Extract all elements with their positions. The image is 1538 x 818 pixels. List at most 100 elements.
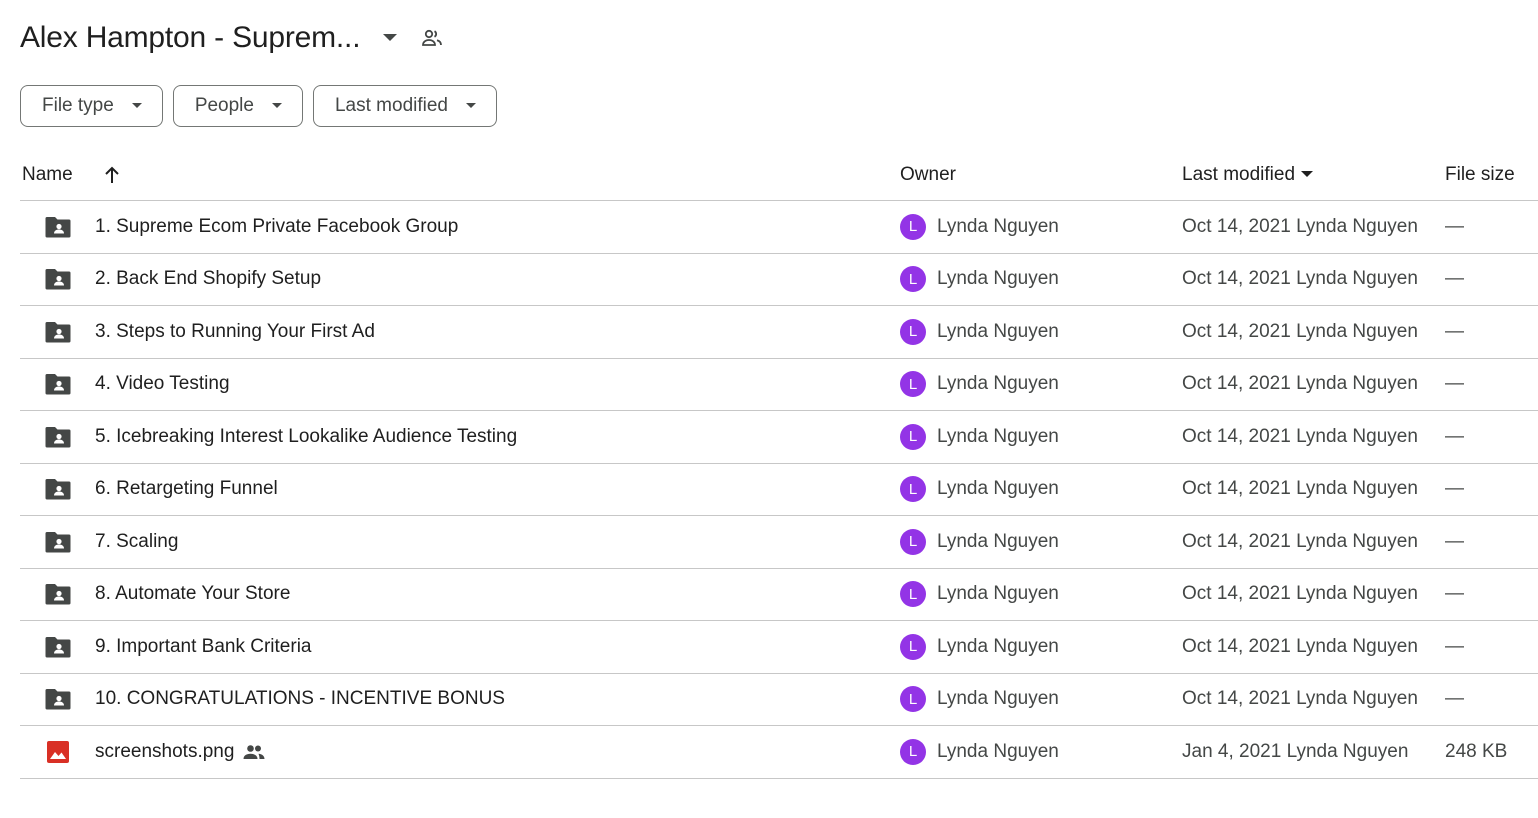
last-modified-filter[interactable]: Last modified bbox=[312, 85, 497, 127]
file-name-cell: screenshots.png bbox=[95, 726, 265, 778]
avatar: L bbox=[900, 476, 926, 503]
people-filter-label: People bbox=[194, 95, 254, 116]
arrow-drop-down-icon bbox=[271, 103, 282, 109]
file-size-cell: — bbox=[1445, 530, 1464, 552]
last-modified-cell: Oct 14, 2021 Lynda Nguyen bbox=[1182, 583, 1418, 605]
arrow-drop-down-icon bbox=[131, 103, 142, 109]
file-size-cell: — bbox=[1445, 373, 1464, 395]
file-name: 10. CONGRATULATIONS - INCENTIVE BONUS bbox=[95, 688, 505, 710]
table-row[interactable]: 2. Back End Shopify Setup L Lynda Nguyen Oc… bbox=[20, 254, 1538, 306]
file-size-column-header[interactable]: File size bbox=[1445, 148, 1515, 201]
file-type-filter-label: File type bbox=[42, 95, 114, 116]
file-size-cell: — bbox=[1445, 478, 1464, 500]
owner-name: Lynda Nguyen bbox=[937, 373, 1059, 395]
last-modified-cell: Oct 14, 2021 Lynda Nguyen bbox=[1182, 635, 1418, 657]
file-list: Name Owner Last modified File size 1. Su… bbox=[20, 148, 1538, 779]
arrow-drop-down-icon[interactable] bbox=[378, 26, 402, 50]
file-name-cell: 5. Icebreaking Interest Lookalike Audien… bbox=[95, 411, 517, 463]
avatar: L bbox=[900, 528, 926, 555]
shared-folder-icon bbox=[44, 254, 72, 306]
file-name: 7. Scaling bbox=[95, 530, 179, 552]
file-name-cell: 9. Important Bank Criteria bbox=[95, 621, 311, 673]
arrow-upward-icon[interactable] bbox=[100, 148, 124, 201]
table-row[interactable]: screenshots.png L Lynda Nguyen Jan 4, 2021… bbox=[20, 726, 1538, 779]
file-name-cell: 7. Scaling bbox=[95, 516, 178, 568]
table-row[interactable]: 10. CONGRATULATIONS - INCENTIVE BONUS L Ly… bbox=[20, 674, 1538, 726]
file-size-cell: — bbox=[1445, 320, 1464, 342]
file-name-cell: 1. Supreme Ecom Private Facebook Group bbox=[95, 201, 458, 253]
filter-chips: File type People Last modified bbox=[20, 85, 497, 127]
avatar: L bbox=[900, 686, 926, 713]
arrow-drop-down-icon bbox=[1301, 171, 1314, 178]
file-name-cell: 6. Retargeting Funnel bbox=[95, 464, 278, 516]
last-modified-cell: Oct 14, 2021 Lynda Nguyen bbox=[1182, 373, 1418, 395]
owner-cell: L Lynda Nguyen bbox=[900, 411, 1059, 463]
last-modified-column-header[interactable]: Last modified bbox=[1182, 148, 1314, 201]
people-filter[interactable]: People bbox=[172, 85, 303, 127]
file-size-cell: — bbox=[1445, 583, 1464, 605]
owner-cell: L Lynda Nguyen bbox=[900, 254, 1059, 306]
table-row[interactable]: 7. Scaling L Lynda Nguyen Oct 14, 2021 Lynd… bbox=[20, 516, 1538, 569]
table-row[interactable]: 9. Important Bank Criteria L Lynda Nguyen O… bbox=[20, 621, 1538, 674]
folder-header: Alex Hampton - Suprem... bbox=[20, 16, 446, 60]
table-row[interactable]: 5. Icebreaking Interest Lookalike Audien… bbox=[20, 411, 1538, 464]
file-size-cell: — bbox=[1445, 635, 1464, 657]
owner-name: Lynda Nguyen bbox=[937, 530, 1059, 552]
table-row[interactable]: 3. Steps to Running Your First Ad L Lynda … bbox=[20, 306, 1538, 359]
owner-name: Lynda Nguyen bbox=[937, 688, 1059, 710]
file-size-cell: — bbox=[1445, 215, 1464, 237]
drive-folder-view: Alex Hampton - Suprem... File type Peopl… bbox=[0, 0, 1538, 818]
avatar: L bbox=[900, 371, 926, 398]
avatar: L bbox=[900, 266, 926, 293]
shared-folder-icon bbox=[44, 359, 72, 411]
shared-folder-icon bbox=[44, 411, 72, 463]
avatar: L bbox=[900, 738, 926, 765]
owner-cell: L Lynda Nguyen bbox=[900, 621, 1059, 673]
owner-name: Lynda Nguyen bbox=[937, 268, 1059, 290]
table-row[interactable]: 8. Automate Your Store L Lynda Nguyen Oct 1… bbox=[20, 569, 1538, 621]
avatar: L bbox=[900, 213, 926, 240]
last-modified-filter-label: Last modified bbox=[334, 95, 448, 116]
owner-name: Lynda Nguyen bbox=[937, 583, 1059, 605]
file-name: 6. Retargeting Funnel bbox=[95, 478, 278, 500]
avatar: L bbox=[900, 581, 926, 608]
file-type-filter[interactable]: File type bbox=[20, 85, 163, 127]
file-name-cell: 10. CONGRATULATIONS - INCENTIVE BONUS bbox=[95, 674, 505, 726]
table-row[interactable]: 6. Retargeting Funnel L Lynda Nguyen Oct 14… bbox=[20, 464, 1538, 516]
owner-cell: L Lynda Nguyen bbox=[900, 674, 1059, 726]
last-modified-cell: Oct 14, 2021 Lynda Nguyen bbox=[1182, 215, 1418, 237]
avatar: L bbox=[900, 423, 926, 450]
owner-cell: L Lynda Nguyen bbox=[900, 726, 1059, 778]
file-size-cell: — bbox=[1445, 688, 1464, 710]
last-modified-cell: Oct 14, 2021 Lynda Nguyen bbox=[1182, 268, 1418, 290]
folder-title[interactable]: Alex Hampton - Suprem... bbox=[20, 21, 361, 55]
owner-name: Lynda Nguyen bbox=[937, 215, 1059, 237]
file-size-cell: 248 KB bbox=[1445, 740, 1508, 762]
file-name: screenshots.png bbox=[95, 740, 235, 762]
shared-folder-icon bbox=[44, 674, 72, 726]
owner-column-header[interactable]: Owner bbox=[900, 148, 956, 201]
arrow-drop-down-icon bbox=[466, 103, 476, 109]
last-modified-cell: Oct 14, 2021 Lynda Nguyen bbox=[1182, 320, 1418, 342]
table-row[interactable]: 4. Video Testing L Lynda Nguyen Oct 14, 202… bbox=[20, 359, 1538, 411]
owner-cell: L Lynda Nguyen bbox=[900, 201, 1059, 253]
name-column-header[interactable]: Name bbox=[22, 148, 73, 201]
owner-cell: L Lynda Nguyen bbox=[900, 464, 1059, 516]
file-name: 4. Video Testing bbox=[95, 373, 230, 395]
last-modified-cell: Oct 14, 2021 Lynda Nguyen bbox=[1182, 530, 1418, 552]
last-modified-cell: Oct 14, 2021 Lynda Nguyen bbox=[1182, 478, 1418, 500]
file-name: 5. Icebreaking Interest Lookalike Audien… bbox=[95, 425, 518, 447]
shared-folder-icon bbox=[44, 621, 72, 673]
file-name-cell: 2. Back End Shopify Setup bbox=[95, 254, 321, 306]
people-icon bbox=[243, 744, 265, 760]
table-row[interactable]: 1. Supreme Ecom Private Facebook Group L L… bbox=[20, 201, 1538, 254]
file-list-header: Name Owner Last modified File size bbox=[20, 148, 1538, 201]
people-icon[interactable] bbox=[418, 24, 446, 52]
shared-folder-icon bbox=[44, 306, 72, 358]
avatar: L bbox=[900, 318, 926, 345]
last-modified-cell: Oct 14, 2021 Lynda Nguyen bbox=[1182, 688, 1418, 710]
file-rows: 1. Supreme Ecom Private Facebook Group L L… bbox=[20, 201, 1538, 779]
owner-cell: L Lynda Nguyen bbox=[900, 359, 1059, 411]
last-modified-cell: Jan 4, 2021 Lynda Nguyen bbox=[1182, 740, 1409, 762]
file-size-cell: — bbox=[1445, 425, 1464, 447]
